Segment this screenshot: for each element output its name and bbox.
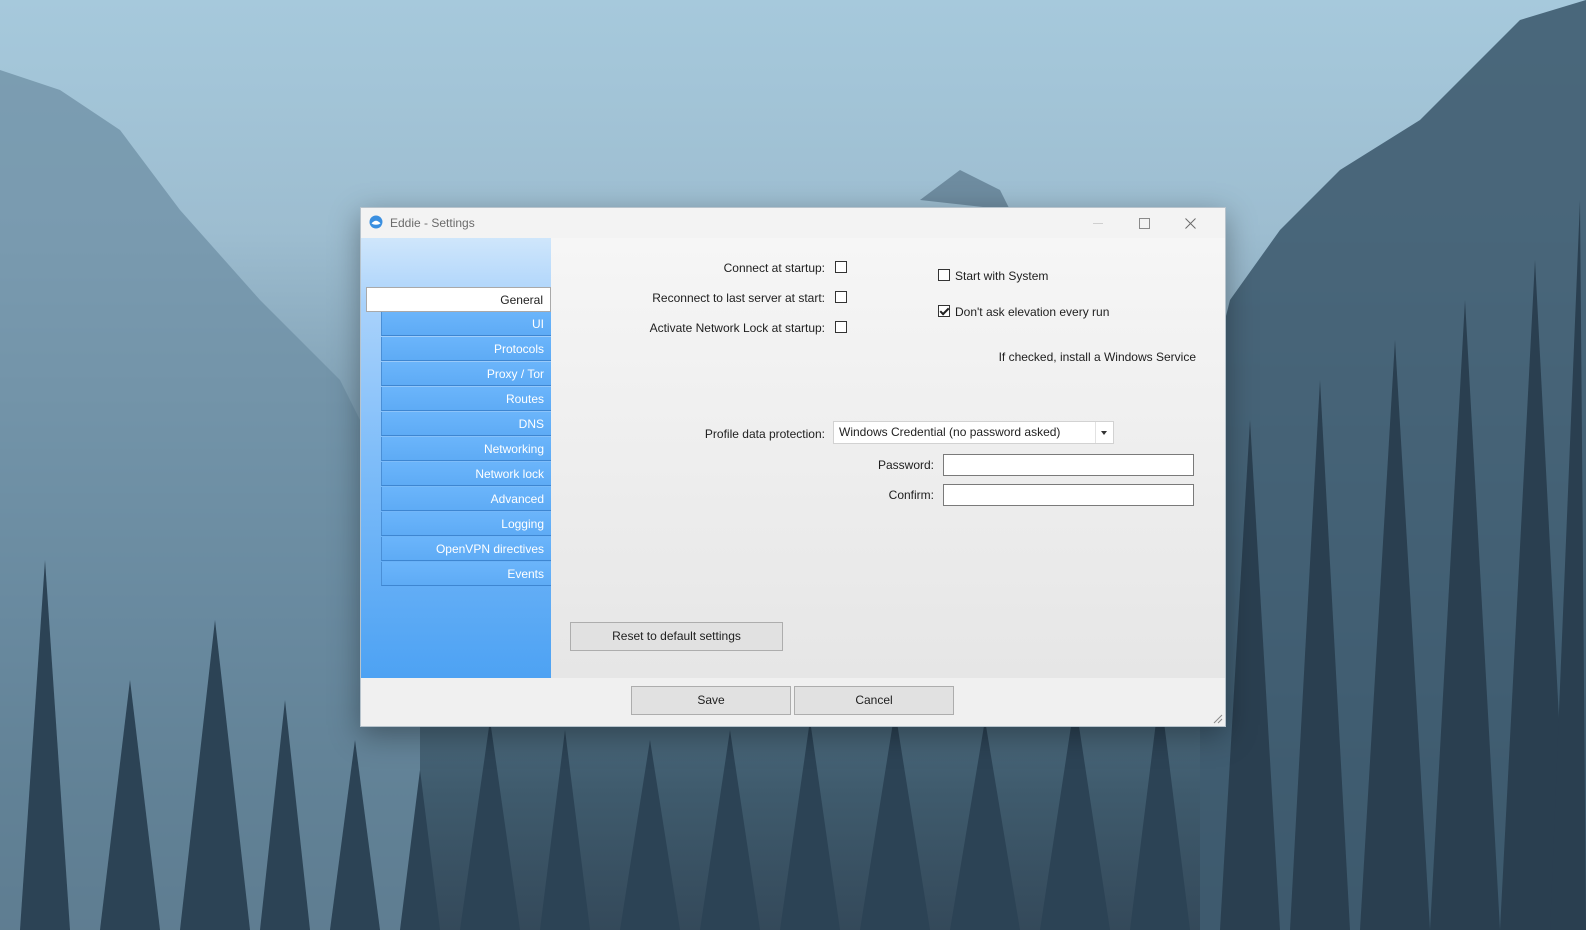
sidebar-item-networking[interactable]: Networking [381, 437, 551, 461]
sidebar-item-openvpn-directives[interactable]: OpenVPN directives [381, 537, 551, 561]
settings-sidebar: General UI Protocols Proxy / Tor Routes … [361, 238, 551, 678]
reconnect-label: Reconnect to last server at start: [652, 291, 825, 305]
sidebar-item-ui[interactable]: UI [381, 312, 551, 336]
sidebar-item-events[interactable]: Events [381, 562, 551, 586]
close-icon [1184, 217, 1196, 229]
window-title: Eddie - Settings [390, 216, 475, 230]
elevation-checkbox[interactable] [938, 305, 950, 317]
sidebar-item-proxy-tor[interactable]: Proxy / Tor [381, 362, 551, 386]
network-lock-startup-checkbox[interactable] [835, 321, 847, 333]
title-bar[interactable]: Eddie - Settings [361, 208, 1225, 238]
cancel-button[interactable]: Cancel [794, 686, 954, 715]
password-input[interactable] [943, 454, 1194, 476]
confirm-label: Confirm: [888, 488, 934, 502]
sidebar-item-logging[interactable]: Logging [381, 512, 551, 536]
connect-startup-label: Connect at startup: [723, 261, 825, 275]
resize-grip-icon[interactable] [1211, 712, 1223, 724]
settings-window: Eddie - Settings General UI Protocols Pr… [360, 207, 1226, 727]
reset-defaults-button[interactable]: Reset to default settings [570, 622, 783, 651]
general-settings-panel: Connect at startup: Reconnect to last se… [551, 238, 1225, 678]
sidebar-item-routes[interactable]: Routes [381, 387, 551, 411]
reconnect-checkbox[interactable] [835, 291, 847, 303]
eddie-logo-icon [369, 215, 383, 229]
start-with-system-label[interactable]: Start with System [955, 269, 1048, 283]
save-button[interactable]: Save [631, 686, 791, 715]
network-lock-startup-label: Activate Network Lock at startup: [649, 321, 825, 335]
dropdown-arrow-icon[interactable] [1095, 422, 1113, 443]
maximize-icon [1138, 217, 1150, 229]
connect-startup-checkbox[interactable] [835, 261, 847, 273]
sidebar-item-advanced[interactable]: Advanced [381, 487, 551, 511]
profile-protection-select[interactable]: Windows Credential (no password asked) [833, 421, 1114, 444]
maximize-button[interactable] [1121, 208, 1167, 238]
dialog-footer: Save Cancel [361, 678, 1225, 726]
profile-protection-value: Windows Credential (no password asked) [839, 425, 1061, 439]
sidebar-item-dns[interactable]: DNS [381, 412, 551, 436]
elevation-label[interactable]: Don't ask elevation every run [955, 305, 1109, 319]
start-with-system-checkbox[interactable] [938, 269, 950, 281]
profile-protection-label: Profile data protection: [704, 427, 825, 441]
service-note: If checked, install a Windows Service [998, 350, 1196, 364]
sidebar-item-general[interactable]: General [366, 287, 551, 312]
confirm-password-input[interactable] [943, 484, 1194, 506]
sidebar-item-network-lock[interactable]: Network lock [381, 462, 551, 486]
minimize-icon [1093, 222, 1103, 224]
close-button[interactable] [1167, 208, 1213, 238]
minimize-button[interactable] [1075, 208, 1121, 238]
password-label: Password: [877, 458, 934, 472]
sidebar-item-protocols[interactable]: Protocols [381, 337, 551, 361]
